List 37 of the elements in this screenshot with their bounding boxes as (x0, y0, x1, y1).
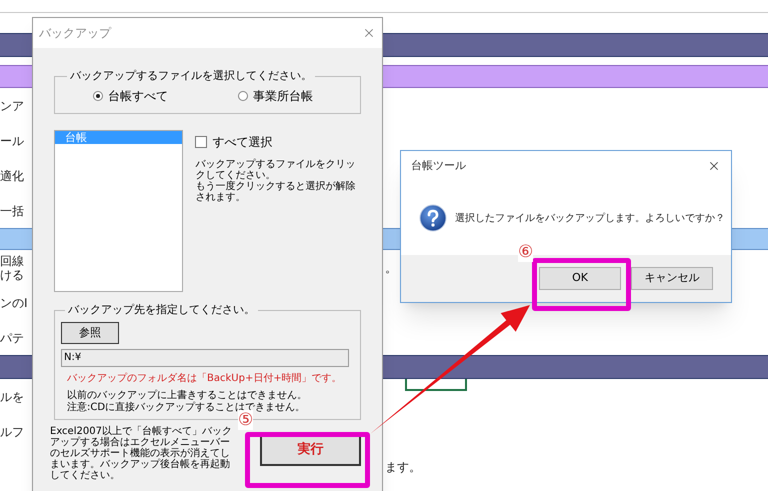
sheet-text: ます。 (385, 458, 421, 476)
browse-button[interactable]: 参照 (61, 322, 119, 344)
group-legend: バックアップ先を指定してください。 (65, 302, 258, 318)
step-number: ⑥ (518, 242, 534, 262)
sheet-text: 。 (385, 260, 397, 276)
sheet-text: 適化 (0, 168, 24, 182)
group-legend: バックアップするファイルを選択してください。 (67, 68, 315, 84)
path-field[interactable]: N:¥ (61, 348, 349, 367)
dialog-button[interactable]: OK (539, 267, 621, 290)
select-all-checkbox[interactable]: すべて選択 (195, 133, 361, 151)
hint-text: バックアップするファイルをクリックしてください。 (195, 159, 356, 181)
sheet-text: ルを (0, 390, 24, 404)
sheet-text: ンア (0, 98, 24, 112)
note-text: 以前のバックアップに上書きすることはできません。 (67, 390, 307, 402)
radio-button[interactable] (238, 90, 248, 100)
radio-option[interactable]: 台帳すべて (93, 86, 168, 104)
run-button[interactable]: 実行 (260, 434, 361, 466)
question-icon (419, 204, 447, 232)
sheet-text: ール (0, 134, 24, 148)
hint-text: もう一度クリックすると選択が解除されます。 (195, 181, 356, 203)
dialog-title: 台帳ツール (411, 158, 466, 174)
confirm-message: 選択したファイルをバックアップします。よろしいですか？ (455, 212, 725, 226)
radio-button[interactable] (93, 90, 103, 100)
sheet-text: 一括 (0, 204, 24, 218)
sheet-text: ルフ (0, 424, 24, 438)
folder-note: バックアップのフォルダ名は「BackUp+日付+時間」です。 (67, 372, 343, 386)
dialog-button[interactable]: キャンセル (631, 267, 713, 290)
close-icon[interactable] (707, 159, 721, 173)
dialog-title: バックアップ (39, 25, 111, 42)
checkbox[interactable] (195, 136, 208, 148)
sheet-text: パテ (0, 330, 24, 344)
sheet-text: ンのI (0, 296, 28, 310)
sheet-text: 回線 (0, 254, 24, 268)
footer-note: Excel2007以上で「台帳すべて」バックアップする場合はエクセルメニューバーのセルズサポート機能の表示が消えてしまいます。バックアップ後台帳を再起動してください。 (50, 424, 232, 481)
step-number: ⑤ (238, 410, 254, 430)
radio-option[interactable]: 事業所台帳 (238, 86, 313, 104)
sheet-text: ける (0, 268, 24, 282)
